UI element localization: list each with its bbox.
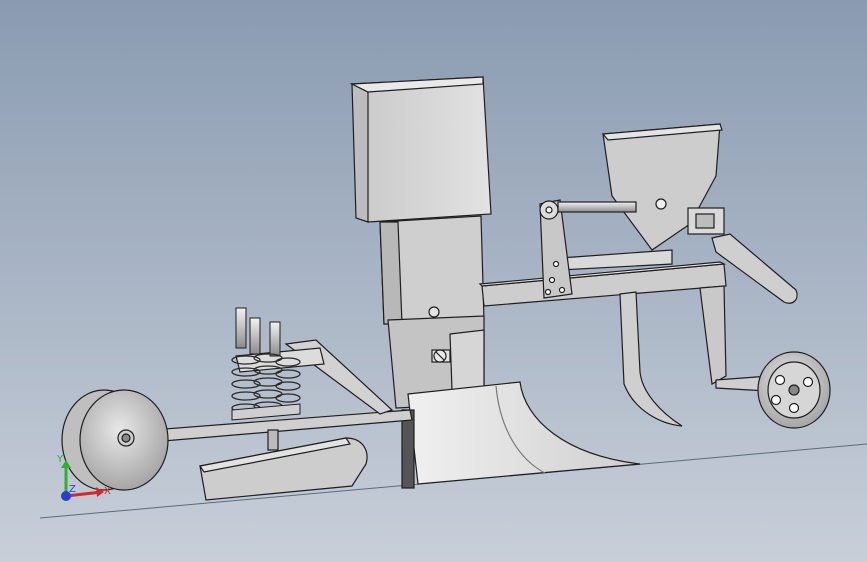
triad-y-label: Y	[56, 454, 64, 465]
main-hopper[interactable]	[349, 76, 492, 325]
furrow-opener-share	[401, 381, 641, 489]
rear-tines	[619, 285, 727, 427]
graphics-viewport[interactable]: X Y Z	[0, 0, 867, 562]
hopper-bolt	[428, 306, 440, 318]
front-wheel-arm	[125, 339, 413, 445]
main-frame-beam	[478, 249, 727, 307]
rear-press-wheel[interactable]	[715, 351, 831, 429]
front-gauge-wheel[interactable]	[61, 389, 169, 491]
model-canvas[interactable]: X Y Z	[0, 0, 867, 562]
triad-x-label: X	[104, 486, 111, 497]
triad-z-label: Z	[69, 484, 76, 495]
seed-box[interactable]	[601, 123, 725, 251]
press-shoe	[198, 429, 368, 501]
